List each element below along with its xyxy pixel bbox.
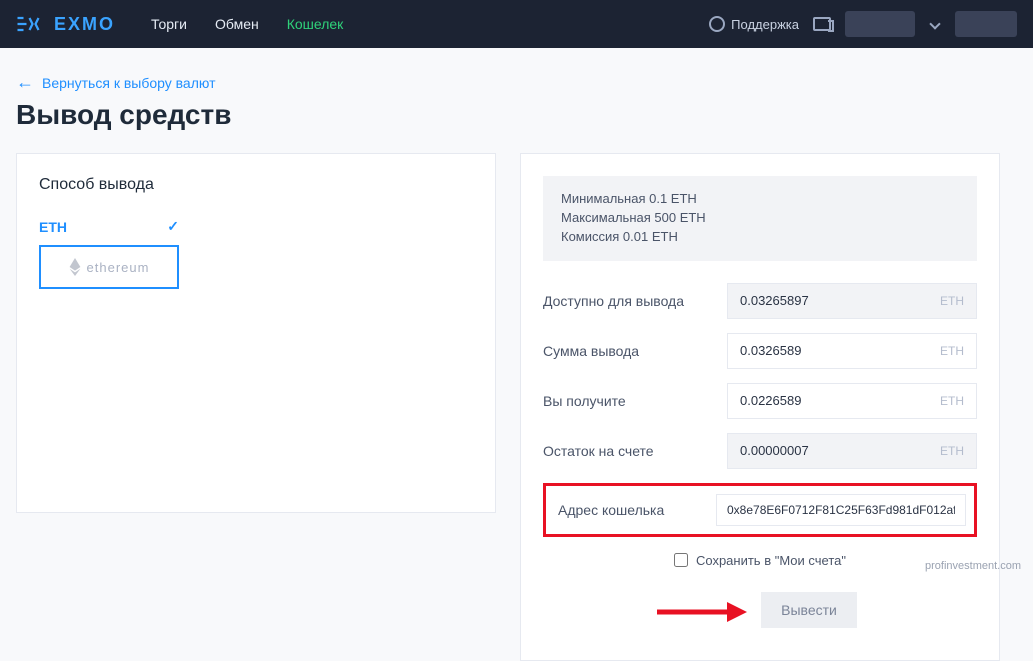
row-remain: Остаток на счете ETH (543, 433, 977, 469)
headset-icon (709, 16, 725, 32)
annotation-arrow-icon (657, 602, 747, 625)
field-remain: ETH (727, 433, 977, 469)
top-navbar: EXMO Торги Обмен Кошелек Поддержка (0, 0, 1033, 48)
watermark: profinvestment.com (925, 560, 1021, 572)
main-nav: Торги Обмен Кошелек (151, 16, 343, 32)
withdraw-method-card: Способ вывода ETH ✓ ethereum (16, 153, 496, 513)
ethereum-icon (69, 258, 81, 276)
row-address-highlighted: Адрес кошелька (543, 483, 977, 537)
brand-logo[interactable]: EXMO (16, 14, 115, 35)
method-selector[interactable]: ETH ✓ (39, 218, 179, 235)
field-available: ETH (727, 283, 977, 319)
support-label: Поддержка (731, 17, 799, 32)
label-remain: Остаток на счете (543, 443, 654, 459)
label-available: Доступно для вывода (543, 293, 684, 309)
row-receive: Вы получите ETH (543, 383, 977, 419)
limit-max: Максимальная 500 ETH (561, 209, 959, 228)
value-receive (740, 393, 932, 408)
nav-wallet[interactable]: Кошелек (287, 16, 344, 32)
brand-text: EXMO (54, 14, 115, 35)
value-remain (740, 443, 932, 458)
withdraw-form-card: Минимальная 0.1 ETH Максимальная 500 ETH… (520, 153, 1000, 661)
nav-trade[interactable]: Торги (151, 16, 187, 32)
input-address[interactable] (727, 503, 955, 517)
chevron-down-icon (929, 18, 940, 29)
method-name: ethereum (87, 260, 150, 275)
limit-fee: Комиссия 0.01 ETH (561, 228, 959, 247)
exmo-logo-icon (16, 15, 46, 33)
cur-available: ETH (940, 294, 964, 308)
method-code: ETH (39, 219, 67, 235)
cur-remain: ETH (940, 444, 964, 458)
support-button[interactable]: Поддержка (709, 16, 799, 32)
withdraw-button[interactable]: Вывести (761, 592, 857, 628)
label-amount: Сумма вывода (543, 343, 639, 359)
nav-exchange[interactable]: Обмен (215, 16, 259, 32)
limit-min: Минимальная 0.1 ETH (561, 190, 959, 209)
back-label: Вернуться к выбору валют (42, 75, 216, 91)
input-amount[interactable] (740, 343, 932, 358)
cur-receive: ETH (940, 394, 964, 408)
method-heading: Способ вывода (39, 176, 473, 194)
field-amount[interactable]: ETH (727, 333, 977, 369)
field-receive: ETH (727, 383, 977, 419)
field-address[interactable] (716, 494, 966, 526)
row-amount: Сумма вывода ETH (543, 333, 977, 369)
check-icon: ✓ (167, 218, 179, 235)
save-checkbox-input[interactable] (674, 553, 688, 567)
user-menu[interactable] (845, 11, 915, 37)
arrow-left-icon: ← (16, 72, 34, 93)
value-available (740, 293, 932, 308)
back-link[interactable]: ← Вернуться к выбору валют (16, 72, 216, 93)
topbar-right: Поддержка (709, 11, 1017, 37)
label-receive: Вы получите (543, 393, 626, 409)
save-account-checkbox[interactable]: Сохранить в "Мои счета" (543, 553, 977, 568)
news-icon[interactable] (813, 17, 831, 31)
save-label: Сохранить в "Мои счета" (696, 553, 846, 568)
page-title: Вывод средств (16, 99, 1017, 131)
method-tile-eth[interactable]: ethereum (39, 245, 179, 289)
label-address: Адрес кошелька (554, 502, 664, 518)
limits-infobox: Минимальная 0.1 ETH Максимальная 500 ETH… (543, 176, 977, 261)
cur-amount: ETH (940, 344, 964, 358)
row-available: Доступно для вывода ETH (543, 283, 977, 319)
balance-pill[interactable] (955, 11, 1017, 37)
